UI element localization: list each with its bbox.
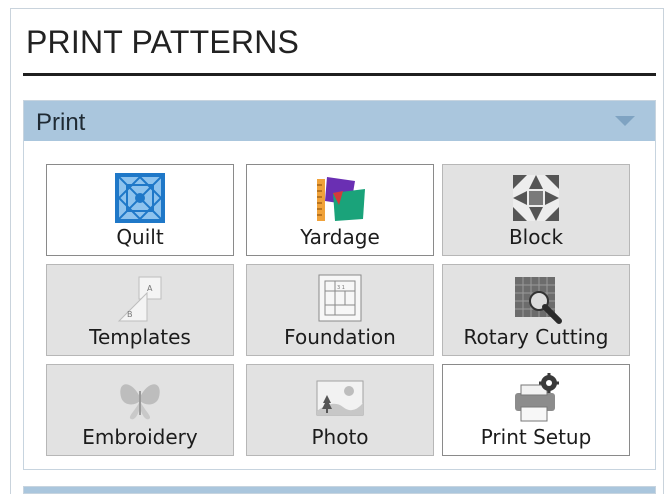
- print-section-title: Print: [36, 109, 86, 136]
- embroidery-icon: [120, 384, 160, 420]
- templates-label: Templates: [89, 325, 191, 349]
- print-section: Print Quilt Yardage Block A B Templates …: [23, 100, 656, 470]
- embroidery-button[interactable]: Embroidery: [46, 364, 234, 456]
- svg-text:B: B: [127, 310, 133, 319]
- block-icon: [513, 175, 559, 221]
- rotary-cutting-label: Rotary Cutting: [463, 325, 609, 349]
- triangle-down-icon[interactable]: [615, 116, 635, 126]
- print-setup-label: Print Setup: [480, 425, 592, 449]
- rotary-cutting-icon: [515, 277, 562, 324]
- foundation-icon: 3 1: [318, 274, 362, 322]
- templates-button[interactable]: A B Templates: [46, 264, 234, 356]
- templates-icon: A B: [117, 276, 162, 322]
- block-button[interactable]: Block: [442, 164, 630, 256]
- photo-icon: [316, 380, 364, 416]
- photo-button[interactable]: Photo: [246, 364, 434, 456]
- svg-text:3 1: 3 1: [337, 285, 345, 291]
- foundation-label: Foundation: [284, 325, 396, 349]
- embroidery-label: Embroidery: [82, 425, 198, 449]
- svg-text:A: A: [147, 284, 153, 293]
- next-section-header[interactable]: [23, 486, 656, 494]
- printer-settings-icon: [515, 373, 559, 422]
- print-section-header[interactable]: Print: [24, 101, 655, 141]
- title-divider: [23, 73, 656, 76]
- yardage-icon: [317, 177, 365, 221]
- yardage-label: Yardage: [300, 225, 380, 249]
- rotary-cutting-button[interactable]: Rotary Cutting: [442, 264, 630, 356]
- block-label: Block: [508, 225, 564, 249]
- quilt-label: Quilt: [116, 225, 164, 249]
- print-setup-button[interactable]: Print Setup: [442, 364, 630, 456]
- quilt-button[interactable]: Quilt: [46, 164, 234, 256]
- photo-label: Photo: [311, 425, 369, 449]
- foundation-button[interactable]: 3 1 Foundation: [246, 264, 434, 356]
- quilt-icon: [115, 173, 165, 223]
- page-title: PRINT PATTERNS: [26, 24, 300, 60]
- yardage-button[interactable]: Yardage: [246, 164, 434, 256]
